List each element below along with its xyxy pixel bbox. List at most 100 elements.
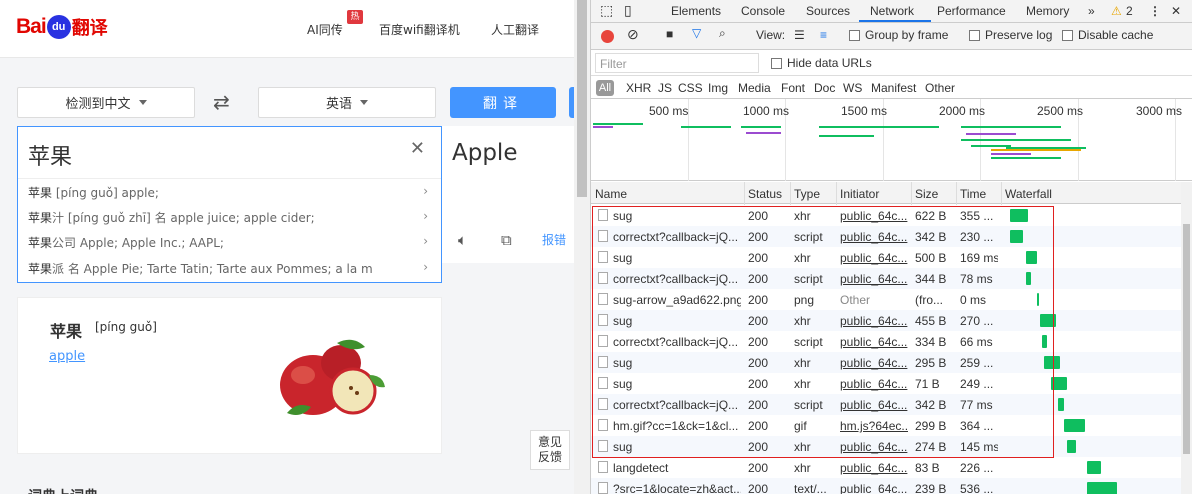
copy-icon[interactable]: ⧉ [501,231,512,249]
baidu-fanyi-logo[interactable]: Bai du 翻译 [16,12,108,42]
request-initiator[interactable]: public_64c... [840,377,908,391]
clear-icon[interactable]: ⊘ [627,26,639,43]
menu-icon[interactable]: ⋮ [1149,4,1161,18]
table-row[interactable]: langdetect 200 xhr public_64c... 83 B 226 ... [591,457,1192,478]
column-initiator[interactable]: Initiator [840,187,879,201]
type-filter-css[interactable]: CSS [678,81,703,95]
source-input-box[interactable]: 苹果 ✕ 苹果 [píng guǒ] apple; › 苹果汁 [píng gu… [17,126,442,283]
table-row[interactable]: sug 200 xhr public_64c... 455 B 270 ... [591,310,1192,331]
column-size[interactable]: Size [915,187,938,201]
target-language-select[interactable]: 英语 [258,87,436,118]
request-initiator[interactable]: public_64c... [840,440,908,454]
type-filter-xhr[interactable]: XHR [626,81,651,95]
tab-network[interactable]: Network [870,4,914,18]
type-filter-js[interactable]: JS [658,81,672,95]
request-name[interactable]: sug [613,377,741,391]
hide-data-urls-checkbox[interactable]: Hide data URLs [771,56,872,70]
close-icon[interactable]: ✕ [1171,4,1181,18]
suggestion-item[interactable]: 苹果公司 Apple; Apple Inc.; AAPL; › [28,234,428,256]
page-scrollbar[interactable] [574,0,590,494]
table-row[interactable]: sug 200 xhr public_64c... 274 B 145 ms [591,436,1192,457]
tab-console[interactable]: Console [741,4,785,18]
request-name[interactable]: correctxt?callback=jQ... [613,272,741,286]
table-row[interactable]: correctxt?callback=jQ... 200 script public_… [591,394,1192,415]
type-filter-ws[interactable]: WS [843,81,862,95]
tab-elements[interactable]: Elements [671,4,721,18]
type-filter-doc[interactable]: Doc [814,81,835,95]
request-initiator[interactable]: public_64c... [840,482,908,494]
table-row[interactable]: correctxt?callback=jQ... 200 script public_… [591,331,1192,352]
nav-human-translation[interactable]: 人工翻译 [491,21,539,38]
disable-cache-checkbox[interactable]: Disable cache [1062,28,1153,42]
request-name[interactable]: correctxt?callback=jQ... [613,335,741,349]
type-filter-other[interactable]: Other [925,81,955,95]
request-initiator[interactable]: hm.js?64ec... [840,419,908,433]
feedback-button[interactable]: 意见 反馈 [530,430,570,470]
table-row[interactable]: correctxt?callback=jQ... 200 script public_… [591,268,1192,289]
tab-memory[interactable]: Memory [1026,4,1069,18]
request-initiator[interactable]: public_64c... [840,314,908,328]
suggestion-item[interactable]: 苹果 [píng guǒ] apple; › [28,184,428,206]
scrollbar-thumb[interactable] [577,0,587,197]
request-name[interactable]: langdetect [613,461,741,475]
suggestion-item[interactable]: 苹果汁 [píng guǒ zhī] 名 apple juice; apple … [28,209,428,231]
column-type[interactable]: Type [794,187,820,201]
type-filter-font[interactable]: Font [781,81,805,95]
source-language-select[interactable]: 检测到中文 [17,87,195,118]
table-row[interactable]: sug-arrow_a9ad622.png 200 png Other (fro... 0… [591,289,1192,310]
warning-icon[interactable]: ⚠ [1111,4,1122,18]
waterfall-view-icon[interactable]: ≡ [820,28,827,42]
nav-wifi-translator[interactable]: 百度wifi翻译机 [379,21,460,38]
scrollbar-thumb[interactable] [1183,224,1190,454]
table-row[interactable]: correctxt?callback=jQ... 200 script public_… [591,226,1192,247]
translate-button[interactable]: 翻译 [450,87,556,118]
large-rows-icon[interactable]: ☰ [794,28,805,42]
request-name[interactable]: ?src=1&locate=zh&act... [613,482,741,494]
column-waterfall[interactable]: Waterfall [1005,187,1052,201]
request-initiator[interactable]: public_64c... [840,335,908,349]
column-time[interactable]: Time [960,187,986,201]
checkbox[interactable] [849,29,860,41]
request-name[interactable]: correctxt?callback=jQ... [613,398,741,412]
checkbox[interactable] [969,29,980,41]
request-name[interactable]: sug [613,356,741,370]
source-input-text[interactable]: 苹果 [28,139,72,171]
network-overview[interactable]: 500 ms 1000 ms 1500 ms 2000 ms 2500 ms 3… [591,99,1192,181]
request-initiator[interactable]: public_64c... [840,209,908,223]
type-filter-all[interactable]: All [596,80,614,96]
column-status[interactable]: Status [748,187,782,201]
request-name[interactable]: hm.gif?cc=1&ck=1&cl... [613,419,741,433]
request-name[interactable]: correctxt?callback=jQ... [613,230,741,244]
record-icon[interactable] [601,30,614,43]
table-scrollbar[interactable] [1181,182,1192,494]
request-name[interactable]: sug [613,209,741,223]
filter-input[interactable]: Filter [595,53,759,73]
request-name[interactable]: sug-arrow_a9ad622.png [613,293,741,307]
column-name[interactable]: Name [595,187,627,201]
tab-performance[interactable]: Performance [937,4,1006,18]
group-by-frame-checkbox[interactable]: Group by frame [849,28,948,42]
request-initiator[interactable]: public_64c... [840,398,908,412]
checkbox[interactable] [1062,29,1073,41]
clear-input-icon[interactable]: ✕ [410,138,425,159]
checkbox[interactable] [771,57,782,69]
request-name[interactable]: sug [613,251,741,265]
speaker-icon[interactable]: 🔈︎ [458,231,467,249]
device-toolbar-icon[interactable]: ▯ [624,2,632,19]
type-filter-media[interactable]: Media [738,81,771,95]
dict-meaning-link[interactable]: apple [49,349,85,364]
tab-sources[interactable]: Sources [806,4,850,18]
table-row[interactable]: ?src=1&locate=zh&act... 200 text/... public… [591,478,1192,494]
camera-icon[interactable]: ■ [666,27,673,41]
table-row[interactable]: sug 200 xhr public_64c... 295 B 259 ... [591,352,1192,373]
table-row[interactable]: hm.gif?cc=1&ck=1&cl... 200 gif hm.js?64ec..… [591,415,1192,436]
report-error-link[interactable]: 报错 [542,231,566,248]
request-initiator[interactable]: public_64c... [840,272,908,286]
type-filter-manifest[interactable]: Manifest [871,81,916,95]
table-row[interactable]: sug 200 xhr public_64c... 622 B 355 ... [591,205,1192,226]
search-icon[interactable]: ⌕ [719,26,726,41]
table-row[interactable]: sug 200 xhr public_64c... 500 B 169 ms [591,247,1192,268]
request-name[interactable]: sug [613,314,741,328]
request-initiator[interactable]: Other [840,293,908,307]
type-filter-img[interactable]: Img [708,81,728,95]
